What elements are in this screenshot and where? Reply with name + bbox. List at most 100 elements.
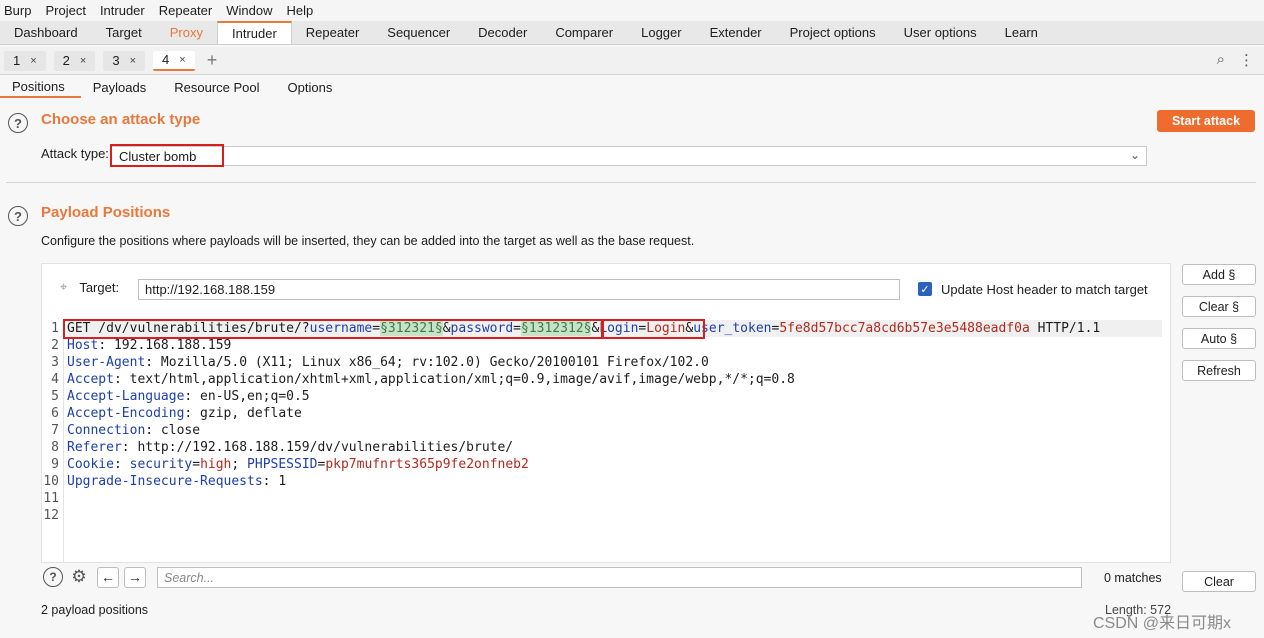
request-line: Host: 192.168.188.159 xyxy=(67,337,231,354)
request-value: high xyxy=(200,457,232,472)
request-key: Host xyxy=(67,338,99,353)
previous-arrow-icon[interactable]: ← xyxy=(97,566,119,588)
request-key: security xyxy=(129,457,193,472)
highlight-box-login xyxy=(601,319,705,339)
attack-type-label-text: Attack type: xyxy=(41,146,109,161)
request-line: User-Agent: Mozilla/5.0 (X11; Linux x86_… xyxy=(67,354,709,371)
tab-comparer[interactable]: Comparer xyxy=(541,21,627,44)
target-value: http://192.168.188.159 xyxy=(145,282,276,297)
request-line: Connection: close xyxy=(67,422,200,439)
tab-project-options[interactable]: Project options xyxy=(776,21,890,44)
close-icon[interactable]: × xyxy=(130,55,136,67)
request-text: : xyxy=(113,457,130,472)
update-host-checkbox[interactable]: ✓ xyxy=(918,282,932,296)
line-number: 4 xyxy=(51,372,59,387)
tab-user-options[interactable]: User options xyxy=(890,21,991,44)
target-input[interactable]: http://192.168.188.159 xyxy=(138,279,900,300)
attack-type-select[interactable]: Cluster bomb ⌄ xyxy=(110,146,1147,166)
attack-tab-label: 4 xyxy=(162,52,170,67)
payload-positions-count: 2 payload positions xyxy=(41,603,149,617)
request-text: : en-US,en;q=0.5 xyxy=(184,389,310,404)
crosshair-icon: ⌖ xyxy=(60,279,68,294)
more-options-icon[interactable]: ⋮ xyxy=(1239,51,1254,69)
tab-logger[interactable]: Logger xyxy=(627,21,695,44)
attack-tab-3[interactable]: 3 × xyxy=(103,50,146,71)
request-line: Cookie: security=high; PHPSESSID=pkp7muf… xyxy=(67,456,529,473)
request-key: Referer xyxy=(67,440,122,455)
add-tab-icon[interactable]: + xyxy=(207,50,218,71)
line-number: 11 xyxy=(43,491,59,506)
tab-repeater[interactable]: Repeater xyxy=(292,21,373,44)
chevron-down-icon: ⌄ xyxy=(1129,148,1140,162)
target-row: ⌖ Target: xyxy=(60,279,119,295)
line-number: 12 xyxy=(43,508,59,523)
request-text: : 192.168.188.159 xyxy=(98,338,232,353)
tab-options[interactable]: Options xyxy=(276,76,349,98)
menu-help[interactable]: Help xyxy=(286,3,313,18)
add-button[interactable]: Add § xyxy=(1182,264,1256,285)
highlight-box-attack-type xyxy=(110,144,224,167)
next-arrow-icon[interactable]: → xyxy=(124,566,146,588)
request-value: pkp7mufnrts365p9fe2onfneb2 xyxy=(325,457,529,472)
tab-intruder[interactable]: Intruder xyxy=(216,21,292,44)
line-number: 5 xyxy=(51,389,59,404)
menu-intruder[interactable]: Intruder xyxy=(100,3,145,18)
tab-extender[interactable]: Extender xyxy=(696,21,776,44)
tab-decoder[interactable]: Decoder xyxy=(464,21,541,44)
close-icon[interactable]: × xyxy=(179,54,185,66)
menu-repeater[interactable]: Repeater xyxy=(159,3,212,18)
clear-search-button[interactable]: Clear xyxy=(1182,571,1256,592)
request-key: PHPSESSID xyxy=(247,457,318,472)
line-number: 6 xyxy=(51,406,59,421)
search-icon[interactable]: ⌕ xyxy=(1217,51,1225,69)
request-editor[interactable]: 1 2 3 4 5 6 7 8 9 10 11 12 GET /dv/vulnerabilities/… xyxy=(41,320,1171,563)
request-text: : gzip, deflate xyxy=(184,406,302,421)
start-attack-button[interactable]: Start attack xyxy=(1157,110,1255,132)
menu-project[interactable]: Project xyxy=(45,3,85,18)
help-circle-icon[interactable]: ? xyxy=(43,567,63,587)
target-label: Target: xyxy=(79,279,120,295)
request-key: Cookie xyxy=(67,457,114,472)
request-line: Accept-Encoding: gzip, deflate xyxy=(67,405,302,422)
tab-dashboard[interactable]: Dashboard xyxy=(0,21,92,44)
payload-positions-title: Payload Positions xyxy=(41,204,171,221)
help-icon-positions[interactable]: ? xyxy=(8,206,28,226)
request-text: : Mozilla/5.0 (X11; Linux x86_64; rv:102… xyxy=(145,355,709,370)
request-text: : text/html,application/xhtml+xml,applic… xyxy=(113,372,795,387)
auto-button[interactable]: Auto § xyxy=(1182,328,1256,349)
close-icon[interactable]: × xyxy=(80,55,86,67)
tab-positions[interactable]: Positions xyxy=(0,76,81,98)
line-number: 10 xyxy=(43,474,59,489)
request-line: Accept: text/html,application/xhtml+xml,… xyxy=(67,371,795,388)
gear-icon[interactable]: ⚙ xyxy=(69,567,89,587)
search-input[interactable]: Search... xyxy=(157,567,1082,588)
tab-target[interactable]: Target xyxy=(92,21,156,44)
tab-resource-pool[interactable]: Resource Pool xyxy=(162,76,275,98)
section-tab-bar: Positions Payloads Resource Pool Options xyxy=(0,76,1264,98)
tab-payloads[interactable]: Payloads xyxy=(81,76,162,98)
clear-button[interactable]: Clear § xyxy=(1182,296,1256,317)
request-key: Accept xyxy=(67,372,114,387)
request-line: Referer: http://192.168.188.159/dv/vulne… xyxy=(67,439,513,456)
menu-bar: Burp Project Intruder Repeater Window Help xyxy=(0,0,1264,21)
line-number: 3 xyxy=(51,355,59,370)
tab-learn[interactable]: Learn xyxy=(991,21,1052,44)
refresh-button[interactable]: Refresh xyxy=(1182,360,1256,381)
line-number: 2 xyxy=(51,338,59,353)
attack-tab-4[interactable]: 4 × xyxy=(153,50,195,71)
update-host-label: Update Host header to match target xyxy=(941,282,1148,297)
line-number: 7 xyxy=(51,423,59,438)
menu-burp[interactable]: Burp xyxy=(4,3,31,18)
attack-tab-2[interactable]: 2 × xyxy=(53,50,96,71)
help-icon[interactable]: ? xyxy=(8,113,28,133)
request-line: Upgrade-Insecure-Requests: 1 xyxy=(67,473,286,490)
request-key: Upgrade-Insecure-Requests xyxy=(67,474,263,489)
main-tab-bar: Dashboard Target Proxy Intruder Repeater Sequ… xyxy=(0,21,1264,45)
tab-sequencer[interactable]: Sequencer xyxy=(373,21,464,44)
request-text: : 1 xyxy=(262,474,287,489)
tab-proxy[interactable]: Proxy xyxy=(156,21,217,44)
watermark: CSDN @来日可期x xyxy=(1093,615,1232,632)
menu-window[interactable]: Window xyxy=(226,3,272,18)
attack-tab-1[interactable]: 1 × xyxy=(4,50,46,71)
close-icon[interactable]: × xyxy=(30,55,36,67)
